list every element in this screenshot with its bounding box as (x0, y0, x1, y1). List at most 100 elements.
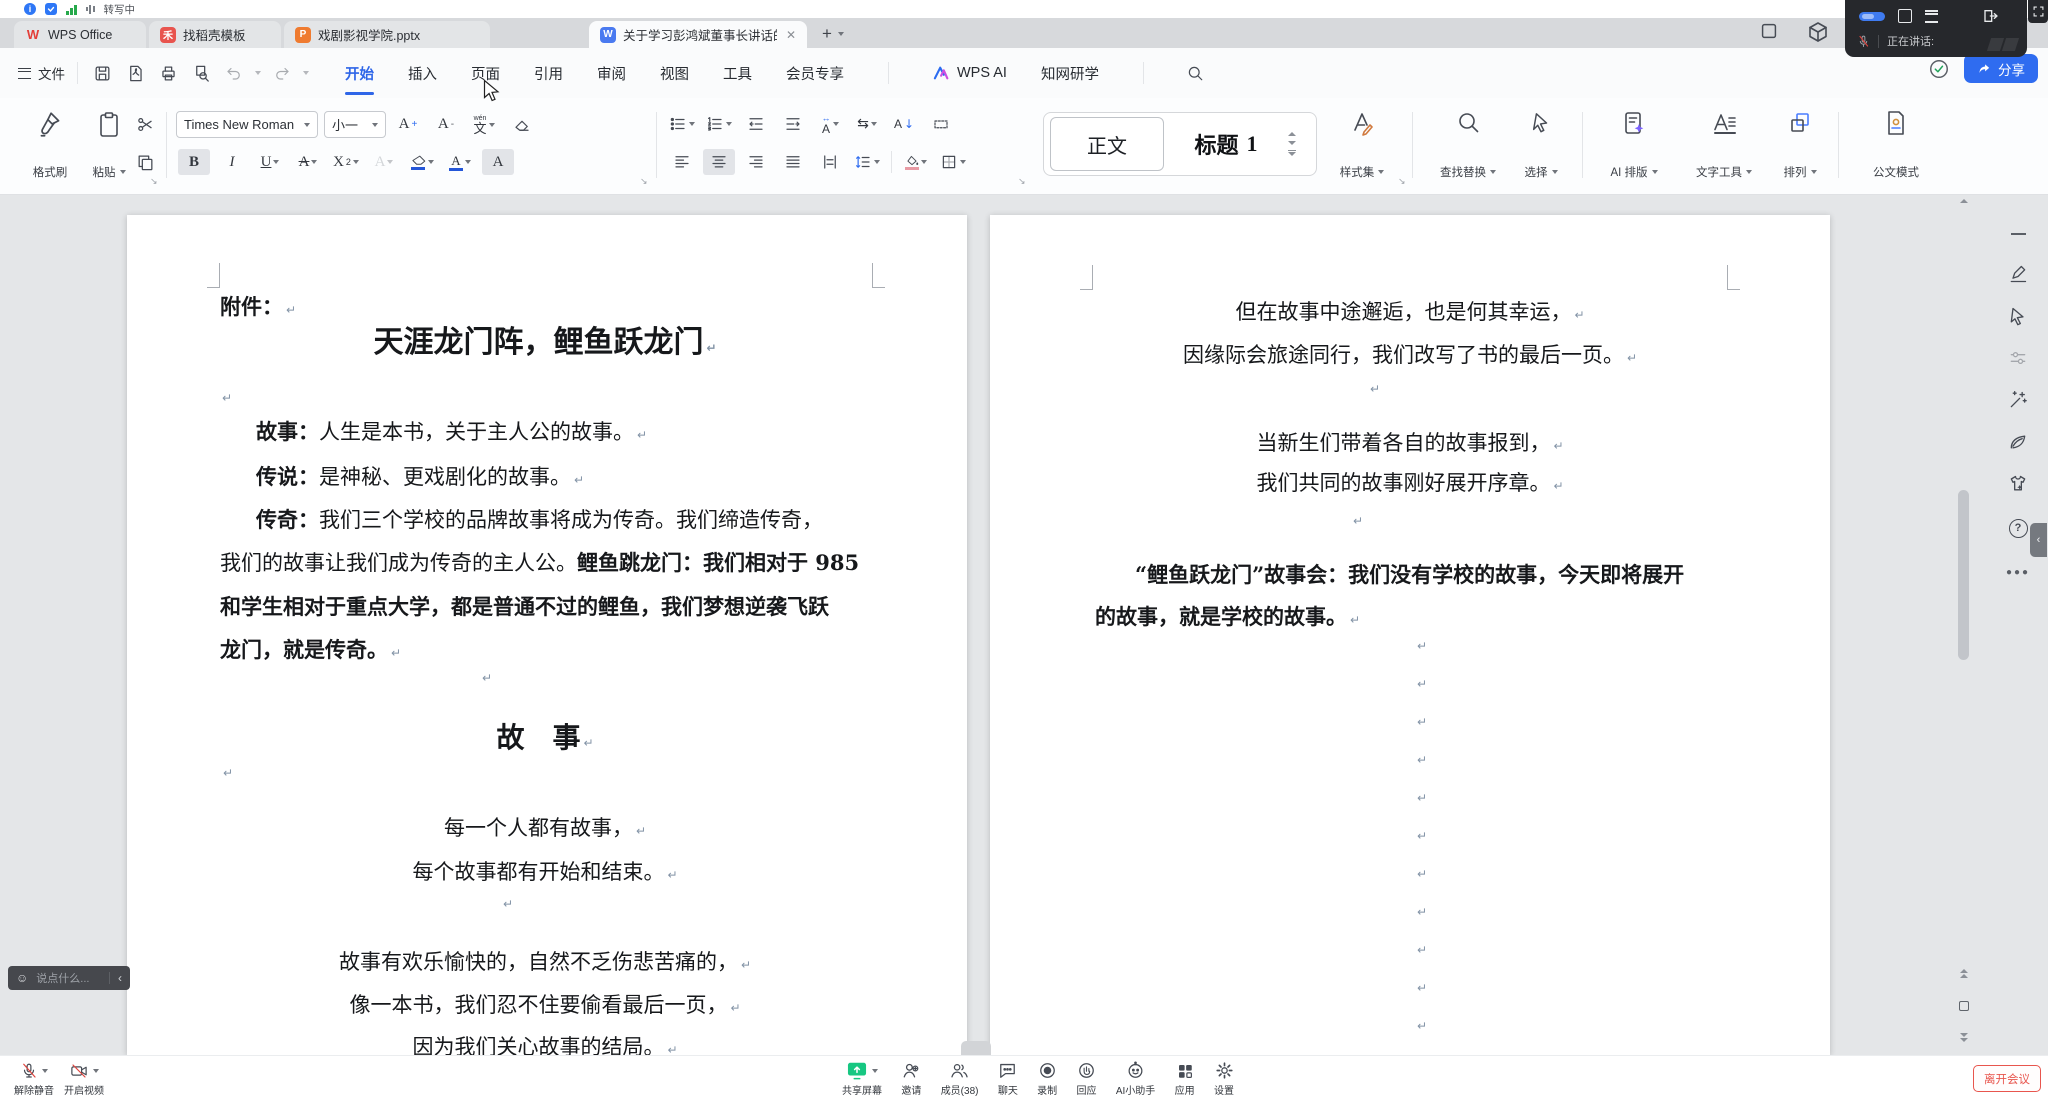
doc-line[interactable]: 但在故事中途邂逅，也是何其幸运， ↵ (1095, 297, 1725, 330)
numbered-list-button[interactable] (703, 111, 735, 137)
char-shading-button[interactable]: A (482, 149, 514, 175)
vertical-scrollbar-thumb[interactable] (1958, 490, 1969, 660)
undo-button[interactable] (222, 61, 246, 85)
chat-button[interactable]: 聊天 (998, 1061, 1018, 1097)
align-right-button[interactable] (740, 149, 772, 175)
tab-tools[interactable]: 工具 (721, 59, 754, 88)
highlight-color-button[interactable] (406, 149, 438, 175)
style-normal[interactable]: 正文 (1050, 117, 1164, 171)
tab-list-chevron-icon[interactable] (837, 32, 844, 36)
start-video-button[interactable]: 开启视频 (64, 1061, 104, 1097)
cut-button[interactable] (136, 115, 155, 134)
next-page-button[interactable] (1956, 1033, 1972, 1042)
record-button[interactable]: 录制 (1037, 1061, 1057, 1097)
tab-presentation[interactable]: P 戏剧影视学院.pptx (284, 21, 490, 48)
ai-layout-button[interactable]: AI 排版 (1594, 110, 1674, 180)
share-options-chevron-icon[interactable] (872, 1068, 878, 1073)
tab-insert[interactable]: 插入 (406, 59, 439, 88)
clipboard-group-expander[interactable]: ↘ (150, 176, 158, 187)
scroll-up-arrow[interactable] (1956, 199, 1972, 203)
invite-button[interactable]: 邀请 (901, 1061, 921, 1097)
format-painter-button[interactable]: 格式刷 (24, 110, 76, 180)
decrease-indent-button[interactable] (740, 111, 772, 137)
tab-member-exclusive[interactable]: 会员专享 (784, 59, 846, 88)
tab-cnki-research[interactable]: 知网研学 (1039, 59, 1101, 88)
doc-line[interactable]: 每一个人都有故事， ↵ (220, 813, 870, 846)
doc-line[interactable]: 故事：人生是本书，关于主人公的故事。 ↵ (220, 417, 870, 450)
reaction-button[interactable]: 回应 (1077, 1061, 1097, 1097)
style-scroll-up-icon[interactable] (1288, 131, 1296, 136)
phonetic-guide-button[interactable]: wén 文 (468, 112, 500, 138)
tab-reference[interactable]: 引用 (532, 59, 565, 88)
line-spacing-button[interactable] (851, 149, 883, 175)
doc-heading[interactable]: 故 事 ↵ (220, 719, 870, 762)
new-tab-button[interactable]: + (822, 24, 832, 44)
text-effects-button[interactable]: A (368, 149, 400, 175)
tab-wps-ai[interactable]: WPS AI (931, 61, 1009, 85)
justify-button[interactable] (777, 149, 809, 175)
more-options-icon[interactable]: ●●● (2001, 555, 2035, 589)
tab-review[interactable]: 审阅 (595, 59, 628, 88)
doc-line[interactable]: 我们的故事让我们成为传奇的主人公。鲤鱼跳龙门：我们相对于 985 (220, 548, 870, 578)
gov-document-mode-button[interactable]: 公文模式 (1852, 110, 1940, 180)
find-replace-button[interactable]: 查找替换 (1428, 110, 1508, 180)
tab-docer-templates[interactable]: 禾 找稻壳模板 (149, 21, 281, 48)
panel-mic-muted-icon[interactable] (1857, 34, 1870, 49)
shading-button[interactable] (900, 149, 932, 175)
doc-title[interactable]: 天涯龙门阵，鲤鱼跃龙门 ↵ (220, 323, 870, 368)
chat-input-placeholder[interactable]: 说点什么... (36, 970, 101, 986)
arrange-button[interactable]: 排列 (1772, 110, 1828, 180)
share-button[interactable]: 分享 (1964, 54, 2038, 83)
font-color-button[interactable]: A (444, 149, 476, 175)
paragraph-layout-button[interactable] (925, 111, 957, 137)
unmute-button[interactable]: 解除静音 (14, 1061, 54, 1097)
doc-line[interactable]: 龙门，就是传奇。 ↵ (220, 635, 870, 668)
leave-meeting-button[interactable]: 离开会议 (1973, 1065, 2041, 1092)
strikethrough-button[interactable]: A (292, 149, 324, 175)
redo-chevron-icon[interactable] (303, 71, 309, 75)
share-screen-button[interactable]: 共享屏幕 (842, 1061, 882, 1097)
export-pdf-button[interactable] (123, 61, 147, 85)
tab-home[interactable]: 开始 (343, 59, 376, 95)
doc-line[interactable]: 每个故事都有开始和结束。 ↵ (220, 857, 870, 890)
undo-chevron-icon[interactable] (255, 71, 261, 75)
borders-button[interactable] (937, 149, 969, 175)
collapse-left-icon[interactable]: ‹ (118, 971, 122, 985)
increase-font-button[interactable]: A + (392, 112, 424, 138)
previous-page-button[interactable] (1956, 969, 1972, 978)
apps-box-icon[interactable] (1806, 20, 1830, 44)
panel-menu-icon[interactable] (1925, 9, 1938, 23)
tab-wps-home[interactable]: W WPS Office (14, 21, 146, 48)
style-scroll-down-icon[interactable] (1288, 140, 1296, 145)
doc-line[interactable]: “鲤鱼跃龙门”故事会：我们没有学校的故事，今天即将展开 (1095, 560, 1725, 590)
align-center-button[interactable] (703, 149, 735, 175)
style-group-expander[interactable]: ↘ (1398, 176, 1406, 187)
distribute-button[interactable] (814, 149, 846, 175)
skin-theme-icon[interactable] (2001, 467, 2035, 501)
doc-line[interactable]: 和学生相对于重点大学，都是普通不过的鲤鱼，我们梦想逆袭飞跃 (220, 592, 870, 622)
members-button[interactable]: 成员(38) (941, 1061, 978, 1097)
doc-line[interactable]: 当新生们带着各自的故事报到， ↵ (1095, 428, 1725, 461)
ai-helper-button[interactable]: AI小助手 (1116, 1061, 1155, 1097)
doc-line[interactable]: 传说：是神秘、更戏剧化的故事。 ↵ (220, 462, 870, 495)
decrease-font-button[interactable]: A- (430, 112, 462, 138)
close-tab-icon[interactable]: ✕ (786, 28, 796, 42)
clear-format-button[interactable] (506, 112, 538, 138)
magic-wand-icon[interactable] (2001, 383, 2035, 417)
doc-line[interactable]: 传奇：我们三个学校的品牌故事将成为传奇。我们缔造传奇， (220, 505, 870, 535)
exit-panel-icon[interactable] (1983, 9, 1999, 23)
toolbar-handle-notch[interactable] (961, 1041, 991, 1055)
file-menu[interactable]: 文件 (18, 63, 65, 83)
paste-button[interactable]: 粘贴 (86, 110, 132, 180)
align-left-button[interactable] (666, 149, 698, 175)
bullet-list-button[interactable] (666, 111, 698, 137)
copy-button[interactable] (136, 153, 155, 172)
page-1[interactable]: 附件： ↵ 天涯龙门阵，鲤鱼跃龙门 ↵ ↵ 故事：人生是本书，关于主人公的故事。 ↵ … (127, 215, 967, 1059)
increase-indent-button[interactable] (777, 111, 809, 137)
doc-line[interactable]: 我们共同的故事刚好展开序章。 ↵ (1095, 468, 1725, 501)
font-name-select[interactable]: Times New Roman (176, 111, 318, 138)
style-more-icon[interactable] (1288, 149, 1296, 157)
camera-options-chevron-icon[interactable] (93, 1068, 99, 1073)
print-preview-button[interactable] (189, 61, 213, 85)
character-scale-button[interactable]: ↔ A (814, 111, 846, 137)
